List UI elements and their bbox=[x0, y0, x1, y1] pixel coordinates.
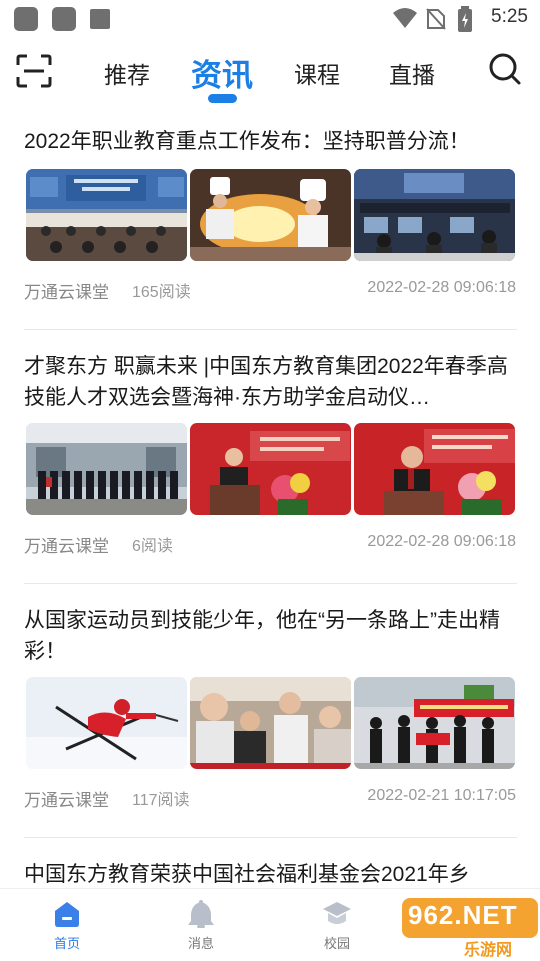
article-timestamp: 2022-02-28 09:06:18 bbox=[367, 279, 516, 296]
bottom-nav-label: 首页 bbox=[53, 936, 80, 951]
thumbnail-image bbox=[354, 169, 515, 261]
graduation-cap-icon bbox=[323, 902, 351, 924]
article-title: 才聚东方 职赢未来 |中国东方教育集团2022年春季高技能人才双选会暨海神·东方… bbox=[24, 355, 508, 409]
bottom-nav-campus[interactable]: 校园 bbox=[302, 899, 372, 952]
no-sim-icon bbox=[426, 8, 446, 30]
thumbnail-image bbox=[354, 677, 515, 769]
tab-news[interactable]: 资讯 bbox=[191, 50, 253, 95]
site-watermark: 962.NET 乐游网 bbox=[402, 898, 538, 959]
thumbnail-image bbox=[190, 677, 351, 769]
bottom-nav-label: 消息 bbox=[187, 936, 214, 951]
article-read-count: 117阅读 bbox=[132, 792, 190, 809]
notification-icon bbox=[52, 7, 76, 31]
status-time: 5:25 bbox=[491, 6, 528, 27]
bottom-nav-messages[interactable]: 消息 bbox=[166, 899, 236, 952]
bell-icon bbox=[188, 900, 214, 928]
article-title: 中国东方教育荣获中国社会福利基金会2021年乡 bbox=[24, 863, 470, 886]
tab-live[interactable]: 直播 bbox=[389, 56, 435, 90]
article-timestamp: 2022-02-21 10:17:05 bbox=[367, 787, 516, 804]
divider bbox=[24, 583, 517, 584]
thumbnail-image bbox=[26, 677, 187, 769]
notification-icon bbox=[14, 7, 38, 31]
thumbnail-image bbox=[26, 423, 187, 515]
article-source: 万通云课堂 bbox=[24, 791, 109, 810]
thumbnail-image bbox=[190, 169, 351, 261]
article-title: 从国家运动员到技能少年，他在“另一条路上”走出精彩！ bbox=[24, 609, 500, 663]
article-title: 2022年职业教育重点工作发布：坚持职普分流！ bbox=[24, 130, 470, 153]
divider bbox=[24, 837, 517, 838]
notification-icon bbox=[90, 9, 110, 29]
bottom-nav-label: 校园 bbox=[323, 936, 350, 951]
article-source: 万通云课堂 bbox=[24, 283, 109, 302]
watermark-text: 962.NET bbox=[408, 900, 518, 930]
thumbnail-image bbox=[354, 423, 515, 515]
tab-courses[interactable]: 课程 bbox=[294, 56, 340, 90]
article-read-count: 165阅读 bbox=[132, 284, 191, 301]
tab-recommend[interactable]: 推荐 bbox=[104, 56, 150, 90]
article-read-count: 6阅读 bbox=[132, 538, 173, 555]
status-bar: 5:25 bbox=[0, 0, 540, 36]
top-nav: 推荐 资讯 课程 直播 bbox=[0, 44, 540, 106]
wifi-icon bbox=[393, 8, 417, 28]
thumbnail-image bbox=[190, 423, 351, 515]
bottom-nav-home[interactable]: 首页 bbox=[32, 899, 102, 952]
watermark-subtext: 乐游网 bbox=[464, 942, 513, 959]
battery-icon bbox=[458, 6, 472, 32]
search-icon[interactable] bbox=[488, 52, 522, 86]
article-source: 万通云课堂 bbox=[24, 537, 109, 556]
divider bbox=[24, 329, 517, 330]
home-icon bbox=[55, 902, 79, 927]
thumbnail-image bbox=[26, 169, 187, 261]
article-timestamp: 2022-02-28 09:06:18 bbox=[367, 533, 516, 550]
article-thumbnails bbox=[26, 423, 515, 515]
scan-icon[interactable] bbox=[16, 54, 52, 88]
article-thumbnails bbox=[26, 677, 515, 769]
active-tab-indicator bbox=[208, 94, 237, 103]
article-thumbnails bbox=[26, 169, 515, 261]
